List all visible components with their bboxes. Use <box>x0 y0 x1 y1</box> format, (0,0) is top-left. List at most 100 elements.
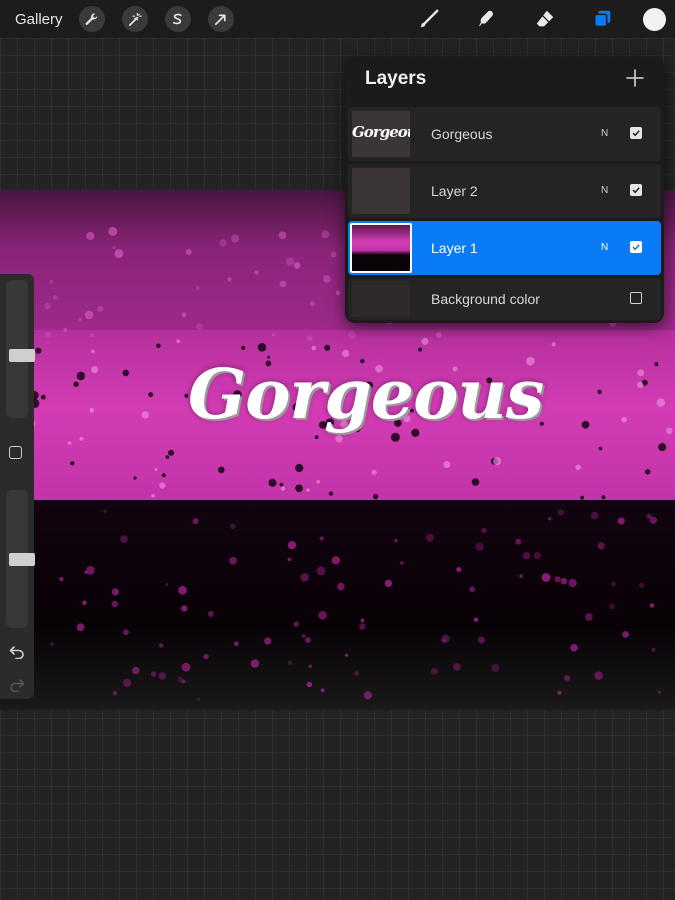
sparkle-dot <box>568 578 577 588</box>
sparkle-dot <box>279 280 287 288</box>
sparkle-dot <box>151 493 155 498</box>
sparkle-dot <box>307 335 313 341</box>
sparkle-dot <box>649 603 655 608</box>
layer-thumbnail <box>352 168 410 214</box>
sparkle-dot <box>182 501 191 509</box>
sparkle-dot <box>84 310 94 320</box>
sparkle-dot <box>91 349 95 354</box>
sparkle-dot <box>250 659 260 668</box>
sparkle-dot <box>268 478 277 487</box>
blend-mode-button[interactable]: N <box>601 242 608 253</box>
sparkle-dot <box>533 551 541 560</box>
sparkle-dot <box>306 681 313 688</box>
sparkle-dot <box>154 467 158 471</box>
sparkle-dot <box>657 690 662 694</box>
sparkle-dot <box>548 517 552 521</box>
smudge-icon[interactable] <box>475 7 499 31</box>
layers-icon[interactable] <box>591 7 615 31</box>
sparkle-dot <box>331 556 341 565</box>
sparkle-dot <box>203 653 209 660</box>
redo-icon[interactable] <box>9 678 25 692</box>
sparkle-dot <box>594 671 603 680</box>
sparkle-dot <box>314 435 319 440</box>
brush-size-knob[interactable] <box>9 349 35 362</box>
color-picker-button[interactable] <box>643 7 666 31</box>
sparkle-dot <box>196 323 203 331</box>
sparkle-dot <box>319 536 324 541</box>
layer-thumbnail: Gorgeous <box>352 111 410 157</box>
modify-button[interactable] <box>9 446 22 459</box>
top-toolbar: Gallery <box>0 0 675 38</box>
layer-row-gorgeous[interactable]: Gorgeous Gorgeous N <box>348 107 661 161</box>
opacity-slider[interactable] <box>6 490 35 628</box>
sparkle-dot <box>181 662 191 672</box>
sparkle-dot <box>278 231 287 240</box>
layer-visibility-checkbox[interactable] <box>630 292 642 304</box>
sparkle-dot <box>435 332 442 338</box>
opacity-knob[interactable] <box>9 553 35 566</box>
sparkle-dot <box>45 331 51 338</box>
sparkle-dot <box>44 302 51 310</box>
sparkle-dot <box>40 394 46 400</box>
sparkle-dot <box>638 582 644 588</box>
sparkle-dot <box>300 573 310 582</box>
sparkle-dot <box>132 666 140 675</box>
sparkle-dot <box>345 653 349 657</box>
sparkle-dot <box>103 509 107 513</box>
undo-icon[interactable] <box>9 645 25 659</box>
sparkle-dot <box>554 576 561 583</box>
sparkle-dot <box>156 343 161 349</box>
sparkle-dot <box>654 362 659 367</box>
sparkle-dot <box>426 533 434 542</box>
sparkle-dot <box>230 523 236 530</box>
sparkle-dot <box>86 565 95 575</box>
selection-icon[interactable] <box>164 6 191 32</box>
gallery-button[interactable]: Gallery <box>15 11 63 28</box>
layers-panel-title: Layers <box>365 68 427 89</box>
sparkle-dot <box>219 239 227 247</box>
layer-row-background-color[interactable]: Background color <box>348 278 661 320</box>
sparkle-dot <box>227 277 232 282</box>
sparkle-dot <box>581 420 590 429</box>
sparkle-dot <box>165 583 169 587</box>
sparkle-dot <box>481 527 487 533</box>
sparkle-dot <box>515 538 522 545</box>
right-tool-group <box>417 0 675 38</box>
blend-mode-button[interactable]: N <box>601 185 608 196</box>
sparkle-dot <box>168 449 175 456</box>
sparkle-dot <box>91 366 99 374</box>
sparkle-dot <box>287 541 296 550</box>
brush-size-slider[interactable] <box>6 280 35 418</box>
eraser-icon[interactable] <box>533 7 557 31</box>
sparkle-dot <box>309 301 315 306</box>
layer-visibility-checkbox[interactable] <box>630 127 642 139</box>
wrench-icon[interactable] <box>78 6 105 32</box>
magic-wand-icon[interactable] <box>121 6 148 32</box>
sparkle-dot <box>601 495 606 500</box>
sparkle-dot <box>541 573 551 582</box>
sparkle-dot <box>491 663 500 672</box>
blend-mode-button[interactable]: N <box>601 128 608 139</box>
sparkle-dot <box>52 295 58 301</box>
sparkle-dot <box>580 495 585 500</box>
layer-row-layer-1[interactable]: Layer 1 N <box>348 221 661 275</box>
layer-visibility-checkbox[interactable] <box>630 184 642 196</box>
sparkle-dot <box>598 446 603 451</box>
sparkle-dot <box>371 469 377 475</box>
sparkle-dot <box>279 482 284 487</box>
layer-visibility-checkbox[interactable] <box>630 241 642 253</box>
sparkle-dot <box>111 588 119 596</box>
sparkle-dot <box>271 333 275 337</box>
sparkle-dot <box>264 637 272 645</box>
sparkle-dot <box>456 567 462 572</box>
brush-icon[interactable] <box>417 7 441 31</box>
layer-row-layer-2[interactable]: Layer 2 N <box>348 164 661 218</box>
sparkle-dot <box>112 691 118 696</box>
sparkle-dot <box>185 248 192 255</box>
sparkle-dot <box>384 579 393 588</box>
plus-icon[interactable] <box>624 67 646 89</box>
layer-name: Layer 1 <box>431 240 478 256</box>
sparkle-dot <box>658 443 667 452</box>
background-color-swatch[interactable] <box>352 281 410 317</box>
transform-arrow-icon[interactable] <box>207 6 234 32</box>
